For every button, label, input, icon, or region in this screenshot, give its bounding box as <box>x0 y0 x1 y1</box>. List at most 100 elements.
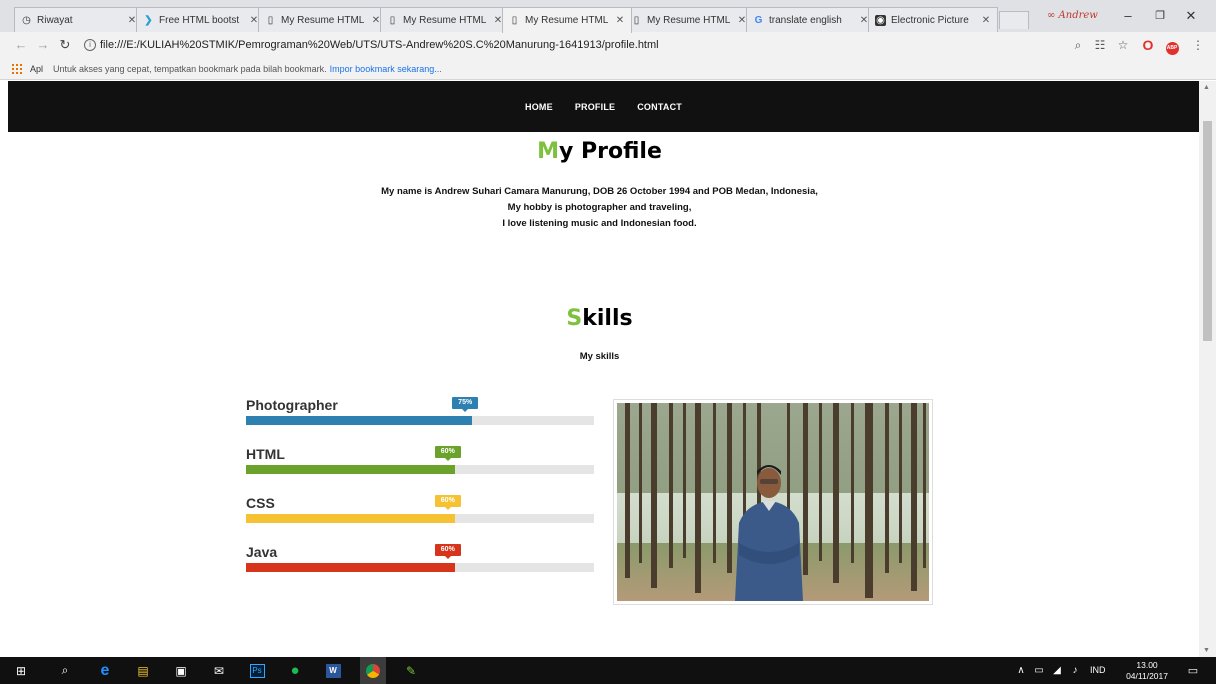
forward-button[interactable]: → <box>36 37 50 53</box>
nav-profile-link[interactable]: PROFILE <box>575 102 615 112</box>
wifi-icon[interactable]: ◢ <box>1048 662 1066 679</box>
zoom-icon[interactable]: ⌕ <box>1070 37 1086 53</box>
scroll-down-icon[interactable]: ▼ <box>1203 647 1210 654</box>
scroll-thumb[interactable] <box>1203 121 1212 341</box>
tab-translate[interactable]: G translate english ✕ <box>746 7 876 32</box>
tab-resume-active[interactable]: ▯ My Resume HTML ✕ <box>502 7 632 33</box>
url-text: file:///E:/KULIAH%20STMIK/Pemrograman%20… <box>100 39 659 51</box>
tray-chevron-icon[interactable]: ∧ <box>1012 662 1030 679</box>
skills-title-rest: kills <box>582 306 633 331</box>
skill-percent-badge: 60% <box>434 544 461 559</box>
profile-title: My Profile <box>0 139 1199 164</box>
tab-electronic-picture[interactable]: ◉ Electronic Picture ✕ <box>868 7 998 32</box>
profile-photo-frame <box>613 399 933 605</box>
about-line: My hobby is photographer and traveling, <box>507 202 692 213</box>
battery-icon[interactable]: ▭ <box>1030 662 1048 679</box>
word-icon[interactable]: W <box>324 662 342 679</box>
skill-name: HTML <box>246 446 285 462</box>
skill-progress-fill <box>246 416 473 425</box>
skill-percent-badge: 75% <box>452 397 479 412</box>
skills-title-initial: S <box>566 306 583 331</box>
skill-progress-track <box>246 465 594 474</box>
profile-title-initial: M <box>537 139 560 164</box>
tab-close-icon[interactable]: ✕ <box>615 15 625 26</box>
profile-photo <box>617 403 929 601</box>
browser-tab-strip: ◷ Riwayat ✕ ❯ Free HTML bootst ✕ ▯ My Re… <box>0 0 1216 33</box>
reload-button[interactable]: ↻ <box>58 37 72 53</box>
photoshop-icon[interactable]: Ps <box>248 662 266 679</box>
clock[interactable]: 13.00 04/11/2017 <box>1126 660 1168 682</box>
language-indicator[interactable]: IND <box>1090 665 1106 675</box>
import-bookmarks-link[interactable]: Impor bookmark sekarang... <box>330 64 442 74</box>
windows-start-icon[interactable]: ⊞ <box>12 662 30 679</box>
notepad-icon[interactable]: ✎ <box>402 662 420 679</box>
google-icon: G <box>754 14 763 26</box>
tab-title: My Resume HTML <box>525 15 609 26</box>
tab-riwayat[interactable]: ◷ Riwayat ✕ <box>14 7 144 32</box>
menu-icon[interactable]: ⋮ <box>1190 37 1206 53</box>
page-viewport: HOME PROFILE CONTACT My Profile My name … <box>0 81 1216 657</box>
skill-progress-track <box>246 514 594 523</box>
file-explorer-icon[interactable]: ▤ <box>134 662 152 679</box>
page-icon: ▯ <box>511 15 518 26</box>
tab-bootstrap[interactable]: ❯ Free HTML bootst ✕ <box>136 7 266 32</box>
search-icon[interactable]: ⌕ <box>56 662 74 679</box>
volume-icon[interactable]: ♪ <box>1066 662 1084 679</box>
minimize-button[interactable]: – <box>1118 8 1138 24</box>
skill-progress-fill <box>246 563 455 572</box>
tab-resume-1[interactable]: ▯ My Resume HTML ✕ <box>258 7 388 32</box>
restore-button[interactable]: ❐ <box>1150 8 1170 24</box>
notifications-icon[interactable]: ▭ <box>1184 662 1202 679</box>
chrome-icon[interactable] <box>360 657 386 684</box>
mail-icon[interactable]: ✉ <box>210 662 228 679</box>
skill-progress-fill <box>246 465 455 474</box>
tab-title: Riwayat <box>37 14 73 26</box>
close-window-button[interactable]: ✕ <box>1181 8 1201 24</box>
skills-subtitle: My skills <box>579 351 620 362</box>
profile-icon: ∞ <box>1047 10 1056 21</box>
tab-resume-4[interactable]: ▯ My Resume HTML ✕ <box>624 7 754 32</box>
adblock-icon[interactable]: ABP <box>1164 37 1180 55</box>
site-nav: HOME PROFILE CONTACT <box>8 81 1199 132</box>
address-bar[interactable]: i file:///E:/KULIAH%20STMIK/Pemrograman%… <box>84 36 1130 54</box>
skill-name: Java <box>246 544 278 560</box>
tab-title: Electronic Picture <box>891 14 969 26</box>
opera-icon[interactable]: O <box>1140 37 1156 53</box>
clock-date: 04/11/2017 <box>1126 671 1168 681</box>
apps-label[interactable]: Apl <box>30 64 43 74</box>
skill-name: Photographer <box>246 397 338 413</box>
skill-percent-badge: 60% <box>434 446 461 461</box>
windows-taskbar: ⊞ ⌕ e ▤ ▣ ✉ Ps ● W ✎ ∧ ▭ ◢ ♪ IND 13.00 0… <box>0 657 1216 684</box>
spotify-icon[interactable]: ● <box>286 662 304 679</box>
clock-time: 13.00 <box>1136 660 1158 670</box>
tab-title: My Resume HTML <box>403 14 487 26</box>
profile-name[interactable]: ∞ Andrew <box>1047 10 1098 21</box>
skill-progress-fill <box>246 514 455 523</box>
skill-progress-track <box>246 416 594 425</box>
edge-icon[interactable]: e <box>96 662 114 679</box>
about-line: I love listening music and Indonesian fo… <box>502 218 697 229</box>
profile-title-rest: y Profile <box>559 139 662 164</box>
nav-contact-link[interactable]: CONTACT <box>637 102 682 112</box>
tab-title: My Resume HTML <box>647 14 731 26</box>
tab-close-icon[interactable]: ✕ <box>981 15 991 26</box>
bookmark-star-icon[interactable]: ☆ <box>1115 37 1131 53</box>
tab-title: Free HTML bootst <box>159 14 240 26</box>
nav-home-link[interactable]: HOME <box>525 102 553 112</box>
apps-grid-icon[interactable] <box>12 63 22 74</box>
scroll-up-icon[interactable]: ▲ <box>1203 84 1210 91</box>
skill-java: Java 60% <box>246 544 594 584</box>
browser-toolbar: ← → ↻ i file:///E:/KULIAH%20STMIK/Pemrog… <box>0 32 1216 58</box>
info-icon[interactable]: i <box>84 39 96 51</box>
skill-html: HTML 60% <box>246 446 594 486</box>
new-tab-button[interactable] <box>999 11 1029 29</box>
translate-icon[interactable]: ☷ <box>1092 37 1108 53</box>
tab-resume-2[interactable]: ▯ My Resume HTML ✕ <box>380 7 510 32</box>
store-icon[interactable]: ▣ <box>172 662 190 679</box>
skill-progress-track <box>246 563 594 572</box>
history-icon: ◷ <box>22 14 31 26</box>
bootstrap-icon: ❯ <box>144 14 153 26</box>
skill-css: CSS 60% <box>246 495 594 535</box>
page-scrollbar[interactable]: ▲ ▼ <box>1199 81 1216 657</box>
back-button[interactable]: ← <box>14 37 28 53</box>
